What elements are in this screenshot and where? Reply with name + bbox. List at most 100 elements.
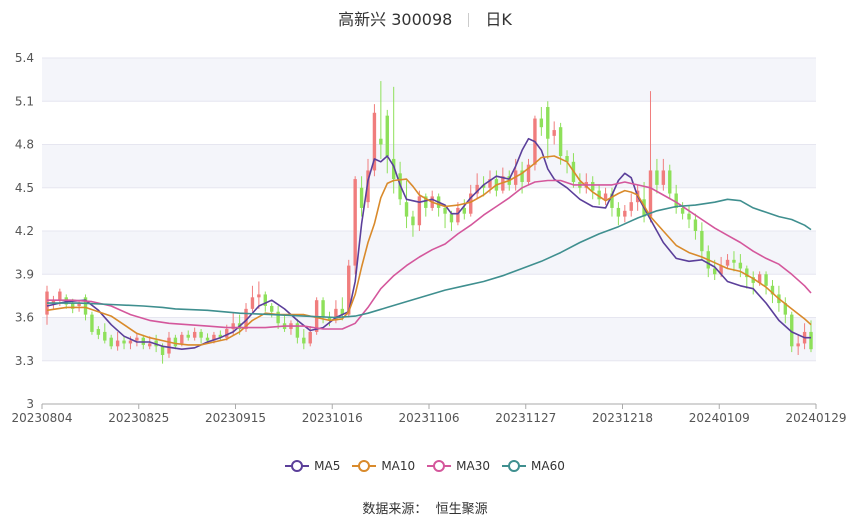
candle-body xyxy=(648,170,653,217)
candle-body xyxy=(449,213,454,223)
candle-body xyxy=(225,329,229,338)
x-tick-label: 20231016 xyxy=(302,411,363,425)
legend-label: MA10 xyxy=(381,459,416,473)
candle-body xyxy=(591,181,595,191)
source-provider: 恒生聚源 xyxy=(435,502,488,517)
legend-item-ma10[interactable]: MA10 xyxy=(352,459,415,473)
candle-body xyxy=(796,343,800,347)
candle-body xyxy=(321,300,325,318)
candle-body xyxy=(417,196,422,226)
candle-body xyxy=(115,340,120,347)
legend-marker-circle xyxy=(508,460,521,472)
candle-body xyxy=(404,202,409,217)
y-tick-label: 5.4 xyxy=(15,51,34,65)
candle-body xyxy=(180,334,184,344)
x-tick-label: 20240129 xyxy=(785,411,846,425)
candle-body xyxy=(160,346,165,355)
candle-body xyxy=(764,274,768,286)
legend-item-ma5[interactable]: MA5 xyxy=(285,459,340,473)
y-tick-label: 4.8 xyxy=(15,138,34,152)
data-source: 数据来源： 恒生聚源 xyxy=(0,498,850,517)
y-tick-label: 4.2 xyxy=(15,224,34,238)
candle-body xyxy=(443,207,447,214)
legend-marker xyxy=(352,460,377,472)
candle-body xyxy=(90,314,94,332)
y-tick-label: 3.9 xyxy=(15,267,34,281)
legend-item-ma30[interactable]: MA30 xyxy=(427,459,490,473)
x-tick-label: 20230804 xyxy=(11,411,72,425)
candle-body xyxy=(58,291,62,301)
plot-band xyxy=(42,144,816,188)
candle-body xyxy=(205,337,210,341)
candle-body xyxy=(128,340,133,344)
x-axis: 20230804 20230825 20230915 20231016 20231106… xyxy=(11,403,847,425)
legend-label: MA30 xyxy=(456,459,491,473)
legend-marker-circle xyxy=(433,460,446,472)
candle-body xyxy=(411,216,415,226)
candle-body xyxy=(135,337,139,341)
y-tick-label: 3 xyxy=(26,397,34,411)
candle-body xyxy=(603,193,608,200)
x-tick-label: 20231106 xyxy=(398,411,459,425)
legend-marker xyxy=(285,460,310,472)
candle-body xyxy=(623,210,627,217)
source-label: 数据来源： xyxy=(362,502,428,517)
candle-body xyxy=(700,231,704,252)
legend-label: MA5 xyxy=(314,459,341,473)
x-tick-label: 20240109 xyxy=(689,411,750,425)
candle-body xyxy=(250,297,255,309)
candle-body xyxy=(661,170,666,185)
candle-body xyxy=(173,337,178,347)
candle-body xyxy=(693,219,698,231)
candle-body xyxy=(725,259,730,266)
y-tick-label: 3.3 xyxy=(15,354,34,368)
candle-body xyxy=(552,130,556,136)
y-tick-label: 4.5 xyxy=(15,181,34,195)
candlestick-chart: 33.33.63.94.24.54.85.15.4 20230804 202308… xyxy=(11,51,847,425)
y-tick-label: 5.1 xyxy=(15,94,34,108)
legend: MA5 MA10 MA30 MA60 xyxy=(0,459,850,476)
candle-body xyxy=(668,170,672,194)
candle-body xyxy=(629,202,633,211)
candle-body xyxy=(122,340,126,344)
candle-body xyxy=(546,107,550,139)
candle-body xyxy=(359,187,364,208)
candle-body xyxy=(687,213,691,220)
y-tick-label: 3.6 xyxy=(15,311,34,325)
candle-body xyxy=(539,118,544,128)
candle-body xyxy=(148,343,152,347)
legend-label: MA60 xyxy=(531,459,565,473)
candle-body xyxy=(186,334,190,338)
candle-body xyxy=(809,331,813,350)
y-axis: 3 3.3 3.6 3.9 4.2 4.5 4.8 5.1 5.4 xyxy=(15,51,34,411)
candle-body xyxy=(96,329,101,335)
candle-body xyxy=(462,207,467,214)
candle-body xyxy=(308,331,312,344)
candle-body xyxy=(257,294,261,298)
candle-body xyxy=(385,115,389,157)
legend-marker xyxy=(427,460,452,472)
candle-body xyxy=(302,337,306,344)
candle-body xyxy=(103,331,107,341)
candle-body xyxy=(738,262,743,269)
x-tick-label: 20230915 xyxy=(205,411,266,425)
candle-body xyxy=(616,207,621,217)
candle-body xyxy=(353,179,357,266)
x-tick-label: 20231127 xyxy=(495,411,556,425)
plot-band xyxy=(42,231,816,275)
legend-marker xyxy=(502,460,527,472)
plot-band xyxy=(42,58,816,102)
x-tick-label: 20231218 xyxy=(592,411,653,425)
candle-body xyxy=(270,305,274,312)
candle-body xyxy=(199,331,203,338)
candle-body xyxy=(167,337,171,354)
candle-body xyxy=(558,127,563,157)
candle-body xyxy=(456,207,460,223)
candle-body xyxy=(732,259,736,263)
candle-body xyxy=(109,337,113,347)
legend-item-ma60[interactable]: MA60 xyxy=(502,459,565,473)
candle-body xyxy=(192,331,197,338)
legend-marker-circle xyxy=(291,460,304,472)
legend-marker-circle xyxy=(358,460,371,472)
candle-body xyxy=(680,207,685,214)
